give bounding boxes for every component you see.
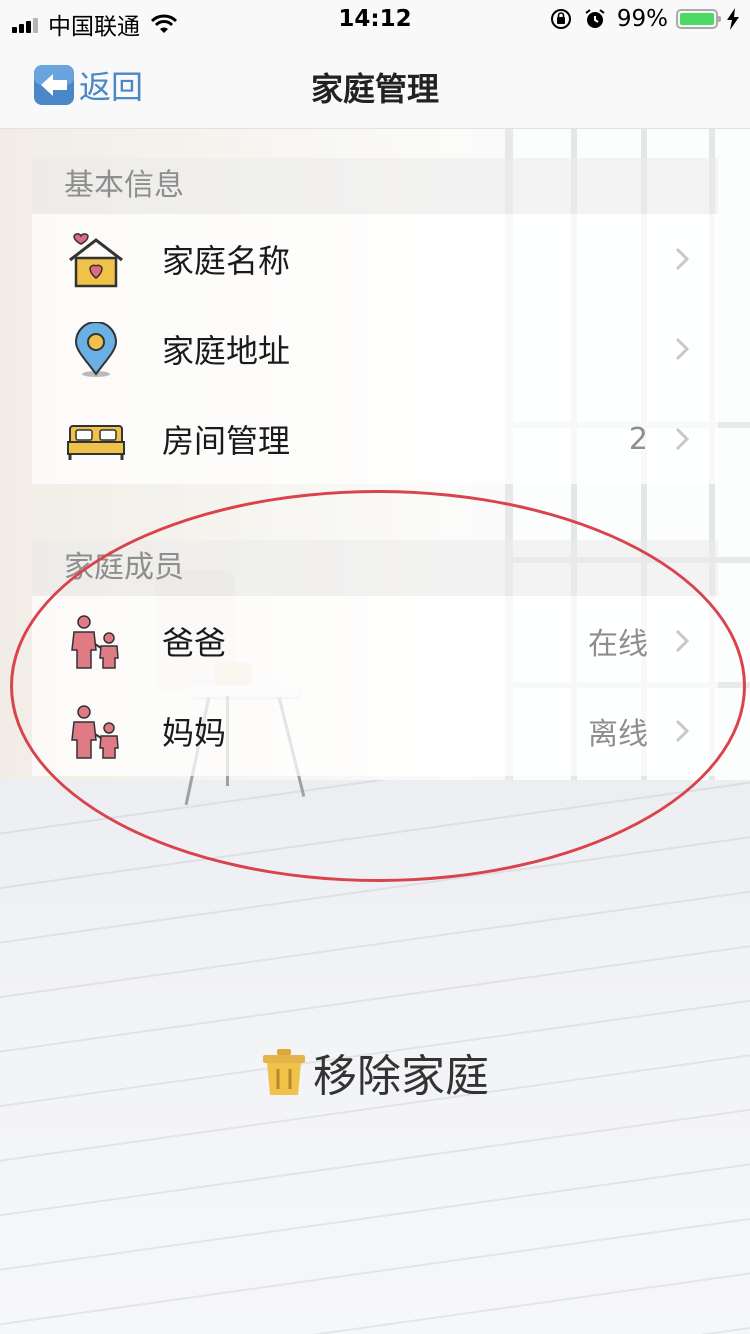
battery-icon xyxy=(676,9,721,29)
member-status: 在线 xyxy=(588,627,648,662)
bed-icon xyxy=(67,425,125,460)
battery-percent: 99% xyxy=(616,6,668,32)
chevron-right-icon xyxy=(675,719,690,743)
member-name: 妈妈 xyxy=(162,714,227,752)
member-name: 爸爸 xyxy=(162,624,227,662)
parent-child-icon xyxy=(71,705,119,759)
location-pin-icon xyxy=(74,322,118,377)
section-header-basic-info: 基本信息 xyxy=(32,158,718,214)
row-label: 房间管理 xyxy=(162,422,291,460)
row-family-address[interactable]: 家庭地址 xyxy=(32,304,718,394)
remove-family-label: 移除家庭 xyxy=(313,1051,489,1102)
trash-icon xyxy=(263,1049,305,1095)
row-label: 家庭名称 xyxy=(162,242,291,280)
basic-info-group: 家庭名称 家庭地址 房间管理 2 xyxy=(32,214,718,484)
house-heart-icon xyxy=(69,233,123,288)
row-room-management[interactable]: 房间管理 2 xyxy=(32,394,718,484)
chevron-right-icon xyxy=(675,629,690,653)
row-label: 家庭地址 xyxy=(162,332,291,370)
navigation-bar: 返回 家庭管理 xyxy=(0,40,750,129)
parent-child-icon xyxy=(71,615,119,669)
remove-family-button[interactable]: 移除家庭 xyxy=(0,1040,750,1104)
member-row-dad[interactable]: 爸爸 在线 xyxy=(32,596,718,686)
members-group: 爸爸 在线 妈妈 离线 xyxy=(32,596,718,776)
alarm-icon xyxy=(585,9,605,28)
row-family-name[interactable]: 家庭名称 xyxy=(32,214,718,304)
member-row-mom[interactable]: 妈妈 离线 xyxy=(32,686,718,776)
rotation-lock-icon xyxy=(550,9,571,29)
section-header-members: 家庭成员 xyxy=(32,540,718,596)
chevron-right-icon xyxy=(675,427,690,451)
page-title: 家庭管理 xyxy=(310,70,439,108)
chevron-right-icon xyxy=(675,247,690,271)
status-bar: 中国联通 14:12 99% xyxy=(0,0,750,40)
room-count: 2 xyxy=(628,421,648,457)
member-status: 离线 xyxy=(588,717,648,752)
chevron-right-icon xyxy=(675,337,690,361)
charging-bolt-icon xyxy=(727,8,739,30)
